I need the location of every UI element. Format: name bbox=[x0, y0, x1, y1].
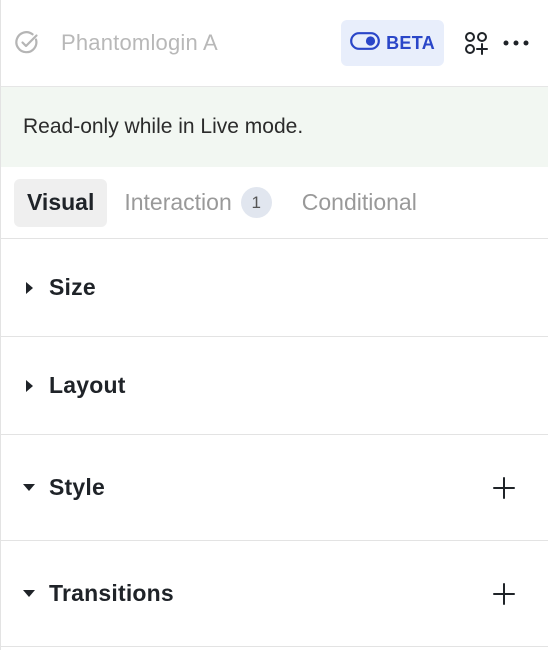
tab-conditional[interactable]: Conditional bbox=[289, 179, 430, 227]
tab-interaction[interactable]: Interaction 1 bbox=[111, 179, 284, 227]
section-label: Transitions bbox=[49, 580, 174, 606]
caret-right-icon bbox=[23, 281, 35, 295]
tab-label: Visual bbox=[27, 189, 95, 215]
section-style[interactable]: Style bbox=[1, 435, 548, 541]
section-label: Style bbox=[49, 474, 105, 500]
check-circle-icon[interactable] bbox=[13, 29, 41, 57]
section-size[interactable]: Size bbox=[1, 239, 548, 337]
section-layout[interactable]: Layout bbox=[1, 337, 548, 435]
tab-label: Conditional bbox=[301, 189, 417, 215]
caret-down-icon bbox=[23, 481, 35, 495]
plus-icon[interactable] bbox=[492, 582, 516, 606]
notice-text: Read-only while in Live mode. bbox=[23, 115, 304, 138]
section-label: Size bbox=[49, 274, 96, 300]
plus-icon[interactable] bbox=[492, 476, 516, 500]
beta-toggle-button[interactable]: BETA bbox=[341, 20, 444, 66]
panel-header: Phantomlogin A BETA bbox=[1, 0, 548, 87]
properties-panel: Phantomlogin A BETA Read-only while in L… bbox=[0, 0, 548, 650]
components-add-icon[interactable] bbox=[456, 23, 496, 63]
caret-right-icon bbox=[23, 379, 35, 393]
section-transitions[interactable]: Transitions bbox=[1, 541, 548, 647]
element-title: Phantomlogin A bbox=[61, 30, 218, 55]
count-badge: 1 bbox=[240, 187, 272, 218]
beta-label: BETA bbox=[386, 32, 435, 53]
live-mode-notice: Read-only while in Live mode. bbox=[1, 87, 548, 167]
tab-visual[interactable]: Visual bbox=[14, 178, 108, 227]
section-label: Layout bbox=[49, 372, 126, 398]
tab-label: Interaction bbox=[124, 189, 232, 215]
more-icon[interactable] bbox=[496, 23, 536, 63]
tab-bar: Visual Interaction 1 Conditional bbox=[1, 167, 548, 239]
caret-down-icon bbox=[23, 587, 35, 601]
toggle-icon bbox=[350, 31, 381, 55]
